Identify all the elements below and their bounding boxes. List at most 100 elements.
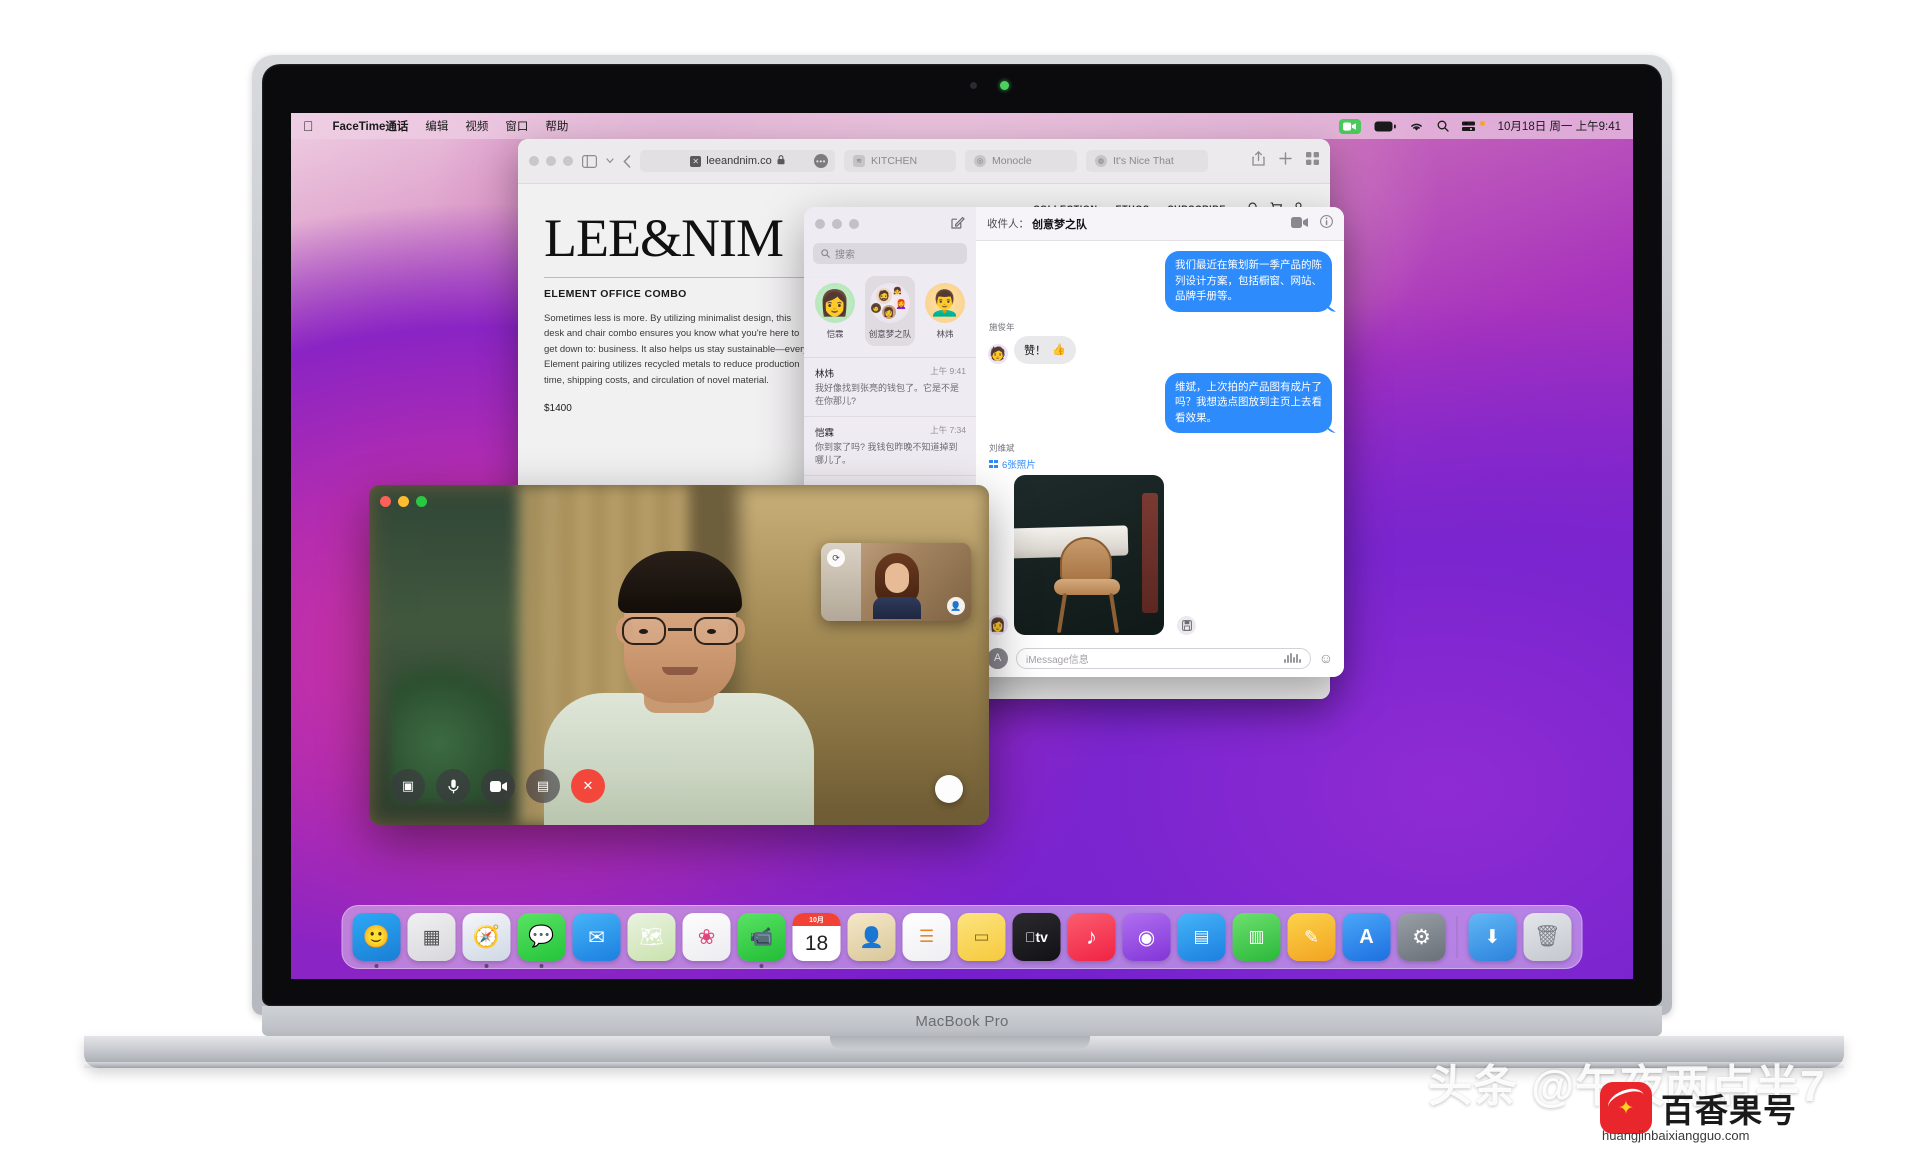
participant-glasses bbox=[620, 617, 740, 647]
dock-item-mail[interactable]: ✉ bbox=[572, 913, 621, 961]
share-screen-button[interactable]: ▣ bbox=[391, 769, 425, 803]
battery-icon[interactable] bbox=[1374, 121, 1396, 132]
dock-item-maps[interactable]: 🗺 bbox=[627, 913, 676, 961]
address-text: leeandnim.co bbox=[706, 155, 772, 167]
facetime-video-icon[interactable] bbox=[1291, 215, 1308, 233]
dock-item-safari[interactable]: 🧭 bbox=[462, 913, 511, 968]
dock-item-contacts[interactable]: 👤 bbox=[847, 913, 896, 961]
dock-item-launchpad[interactable]: ▦ bbox=[407, 913, 456, 961]
camera-button[interactable] bbox=[481, 769, 515, 803]
new-tab-icon[interactable] bbox=[1279, 152, 1292, 170]
recipient-name: 创意梦之队 bbox=[1032, 218, 1087, 231]
dock-item-calendar[interactable]: 10月 18 bbox=[792, 913, 841, 961]
rotate-icon[interactable]: ⟳ bbox=[827, 549, 845, 567]
menu-item-window[interactable]: 窗口 bbox=[505, 118, 528, 134]
share-icon[interactable] bbox=[1252, 150, 1265, 171]
end-call-button[interactable]: ✕ bbox=[571, 769, 605, 803]
person-icon[interactable]: 👤 bbox=[947, 597, 965, 615]
tab-kitchen[interactable]: ≋ KITCHEN bbox=[844, 150, 956, 172]
tab-its-nice-that[interactable]: ◍ It's Nice That bbox=[1086, 150, 1208, 172]
dock-item-messages[interactable]: 💬 bbox=[517, 913, 566, 968]
dock-item-photos[interactable]: ❀ bbox=[682, 913, 731, 961]
pinned-contact-linwei[interactable]: 👨‍🦱 林炜 bbox=[920, 276, 970, 346]
dock-item-pages[interactable]: ✎ bbox=[1287, 913, 1336, 961]
photo-count-link[interactable]: 6张照片 bbox=[989, 457, 1196, 471]
message-bubble[interactable]: 赞！ 👍 bbox=[1014, 335, 1076, 364]
dock-item-reminders[interactable]: ☰ bbox=[902, 913, 951, 961]
tab-label: It's Nice That bbox=[1113, 155, 1174, 167]
avatar: 🧑 bbox=[988, 343, 1008, 364]
maximize-button[interactable] bbox=[416, 496, 427, 507]
thread-preview: 我好像找到张亮的钱包了。它是不是在你那儿? bbox=[815, 383, 960, 407]
window-traffic-lights[interactable] bbox=[380, 496, 427, 507]
webcam-dot bbox=[970, 82, 977, 89]
more-options-icon[interactable]: ••• bbox=[814, 154, 828, 168]
save-icon[interactable] bbox=[1177, 616, 1196, 636]
dock-item-notes[interactable]: ▭ bbox=[957, 913, 1006, 961]
avatar: 👩 bbox=[988, 615, 1008, 636]
menu-item-facetime[interactable]: FaceTime通话 bbox=[333, 118, 409, 134]
info-icon[interactable] bbox=[1320, 214, 1333, 233]
messages-sidebar-titlebar bbox=[804, 207, 976, 241]
sidebar-icon[interactable] bbox=[582, 154, 597, 168]
imessage-input[interactable]: iMessage信息 bbox=[1016, 647, 1311, 669]
mute-button[interactable] bbox=[436, 769, 470, 803]
laptop-notch-cutout bbox=[830, 1036, 1090, 1049]
compose-icon[interactable] bbox=[951, 215, 965, 234]
pinned-contact-kailin[interactable]: 👩 恺霖 bbox=[810, 276, 860, 346]
extension-icon: ✕ bbox=[690, 155, 702, 167]
close-button[interactable] bbox=[380, 496, 391, 507]
camera-active-badge-icon[interactable] bbox=[1338, 118, 1361, 134]
dock-item-podcasts[interactable]: ◉ bbox=[1122, 913, 1171, 961]
menu-item-edit[interactable]: 编辑 bbox=[425, 118, 448, 134]
menu-bar-clock[interactable]: 10月18日 周一 上午9:41 bbox=[1498, 118, 1621, 134]
close-button[interactable] bbox=[529, 156, 539, 166]
pinned-contact-dreamteam[interactable]: 🧔 👧 🧑 👩 👩‍🦰 创意梦之队 bbox=[865, 276, 915, 346]
window-traffic-lights[interactable] bbox=[529, 156, 573, 166]
dock-item-facetime[interactable]: 📹 bbox=[737, 913, 786, 968]
tab-monocle[interactable]: ◎ Monocle bbox=[965, 150, 1077, 172]
menu-item-help[interactable]: 帮助 bbox=[545, 118, 568, 134]
list-item[interactable]: 上午 9:41 林炜 我好像找到张亮的钱包了。它是不是在你那儿? bbox=[804, 357, 976, 416]
webcam-active-indicator bbox=[1000, 81, 1009, 90]
dock-item-appletv[interactable]: tv bbox=[1012, 913, 1061, 961]
dock-item-music[interactable]: ♪ bbox=[1067, 913, 1116, 961]
window-traffic-lights[interactable] bbox=[815, 219, 859, 229]
control-center-icon[interactable] bbox=[1461, 121, 1475, 132]
maximize-button[interactable] bbox=[849, 219, 859, 229]
dock-item-numbers[interactable]: ▥ bbox=[1232, 913, 1281, 961]
dock-item-trash[interactable]: 🗑 bbox=[1523, 913, 1572, 961]
photo-attachment[interactable] bbox=[1014, 475, 1164, 636]
dock-item-appstore[interactable]: A bbox=[1342, 913, 1391, 961]
effects-button[interactable]: ▤ bbox=[526, 769, 560, 803]
dock-item-downloads[interactable]: ⬇ bbox=[1468, 913, 1517, 961]
message-bubble[interactable]: 维斌，上次拍的产品图有成片了吗？我想选点图放到主页上去看看效果。 bbox=[1165, 372, 1332, 434]
dock-item-system-settings[interactable]: ⚙ bbox=[1397, 913, 1446, 961]
address-bar[interactable]: ✕ leeandnim.co ••• bbox=[640, 150, 835, 172]
message-row-photos: 刘维斌 6张照片 👩 bbox=[988, 442, 1332, 636]
picture-in-picture-preview[interactable]: ⟳ 👤 bbox=[821, 543, 971, 621]
minimize-button[interactable] bbox=[832, 219, 842, 229]
minimize-button[interactable] bbox=[546, 156, 556, 166]
dock-item-finder[interactable]: 🙂 bbox=[352, 913, 401, 968]
list-item[interactable]: 上午 7:34 恺霖 你到家了吗? 我钱包昨晚不知道掉到哪儿了。 bbox=[804, 416, 976, 475]
emoji-icon[interactable]: ☺ bbox=[1319, 650, 1333, 666]
search-icon[interactable] bbox=[1437, 120, 1449, 132]
audio-waveform-icon[interactable] bbox=[1284, 653, 1301, 663]
calendar-day-label: 18 bbox=[804, 931, 829, 955]
search-input[interactable]: 搜索 bbox=[813, 243, 967, 264]
menu-item-video[interactable]: 视频 bbox=[465, 118, 488, 134]
maximize-button[interactable] bbox=[563, 156, 573, 166]
message-composer: A iMessage信息 ☺ bbox=[976, 639, 1344, 677]
chevron-down-icon[interactable] bbox=[606, 158, 614, 164]
close-button[interactable] bbox=[815, 219, 825, 229]
pinned-conversations: 👩 恺霖 🧔 👧 🧑 👩 👩‍🦰 bbox=[804, 264, 976, 346]
dock-item-keynote[interactable]: ▤ bbox=[1177, 913, 1226, 961]
wifi-icon[interactable] bbox=[1409, 121, 1424, 132]
app-store-icon[interactable]: A bbox=[987, 647, 1008, 669]
message-bubble[interactable]: 我们最近在策划新一季产品的陈列设计方案，包括橱窗、网站、品牌手册等。 bbox=[1165, 251, 1332, 312]
tab-overview-icon[interactable] bbox=[1306, 152, 1319, 170]
back-icon[interactable] bbox=[623, 154, 631, 168]
apple-logo-icon[interactable]:  bbox=[303, 119, 314, 133]
minimize-button[interactable] bbox=[398, 496, 409, 507]
